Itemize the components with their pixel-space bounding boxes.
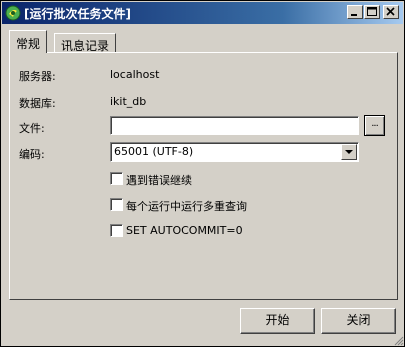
maximize-icon	[367, 7, 377, 16]
maximize-button[interactable]	[364, 5, 380, 19]
close-dialog-button-label: 关闭	[346, 313, 371, 327]
resize-grip-icon[interactable]	[393, 335, 404, 346]
tab-general[interactable]: 常规	[9, 30, 48, 53]
window-title: [运行批次任务文件]	[24, 7, 131, 21]
general-tab-panel	[9, 52, 398, 300]
start-button[interactable]: 开始	[240, 308, 315, 334]
app-logo-icon	[5, 5, 21, 21]
close-icon	[386, 7, 395, 16]
start-button-label: 开始	[265, 313, 290, 327]
close-button[interactable]	[383, 5, 399, 19]
run-batch-dialog: [运行批次任务文件] 常规 讯息记录 服务器: localhost 数据库: i…	[0, 0, 405, 347]
close-dialog-button[interactable]: 关闭	[321, 308, 396, 334]
title-bar[interactable]: [运行批次任务文件]	[2, 2, 403, 24]
tab-message-log-label: 讯息记录	[61, 39, 110, 53]
minimize-icon	[351, 14, 357, 16]
tab-message-log[interactable]: 讯息记录	[54, 33, 117, 53]
minimize-button[interactable]	[347, 5, 363, 19]
tab-general-label: 常规	[16, 37, 41, 51]
